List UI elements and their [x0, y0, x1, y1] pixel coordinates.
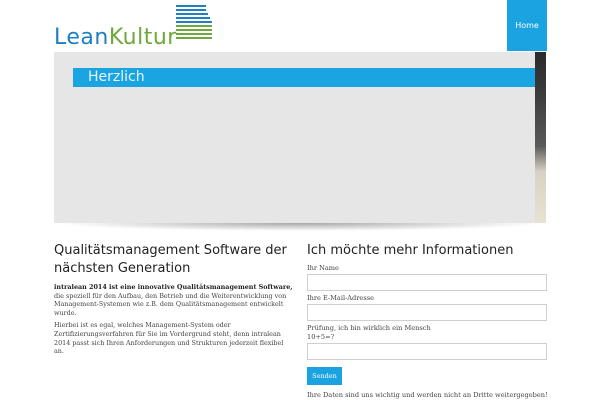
hero-image-edge [535, 52, 546, 223]
nav-home-link[interactable]: Home [507, 0, 547, 51]
submit-button[interactable]: Senden [307, 367, 342, 385]
intro-paragraph-1: intralean 2014 ist eine innovative Quali… [54, 283, 294, 317]
email-input[interactable] [307, 304, 547, 321]
hero-slider: Herzlich [54, 52, 546, 223]
form-title: Ich möchte mehr Informationen [307, 243, 514, 258]
intro-paragraph-1-bold: intralean 2014 ist eine innovative Quali… [54, 283, 293, 291]
hero-banner: Herzlich [73, 68, 546, 87]
logo-bars-icon [176, 4, 212, 40]
logo-text: LeanKultur [54, 26, 177, 50]
hero-banner-text: Herzlich [88, 69, 145, 85]
contact-form: Ich möchte mehr Informationen Ihr Name I… [307, 242, 548, 400]
captcha-input[interactable] [307, 343, 547, 360]
intro-paragraph-1-rest: die speziell für den Aufbau, den Betrieb… [54, 291, 287, 317]
email-label: Ihre E-Mail-Adresse [307, 294, 375, 302]
intro-section: Qualitätsmanagement Software der nächste… [54, 242, 294, 360]
intro-paragraph-2: Hierbei ist es egal, welches Management-… [54, 321, 284, 356]
name-label: Ihr Name [307, 264, 339, 272]
logo-text-kultur: Kultur [108, 25, 177, 50]
hero-shadow [54, 223, 546, 231]
name-input[interactable] [307, 274, 547, 291]
captcha-label: Prüfung, ich bin wirklich ein Mensch [307, 324, 431, 332]
captcha-question: 10+5=? [307, 333, 335, 341]
logo[interactable]: LeanKultur [54, 4, 214, 50]
privacy-note: Ihre Daten sind uns wichtig und werden n… [307, 391, 548, 399]
logo-text-lean: Lean [54, 25, 109, 50]
intro-title: Qualitätsmanagement Software der nächste… [54, 243, 287, 276]
